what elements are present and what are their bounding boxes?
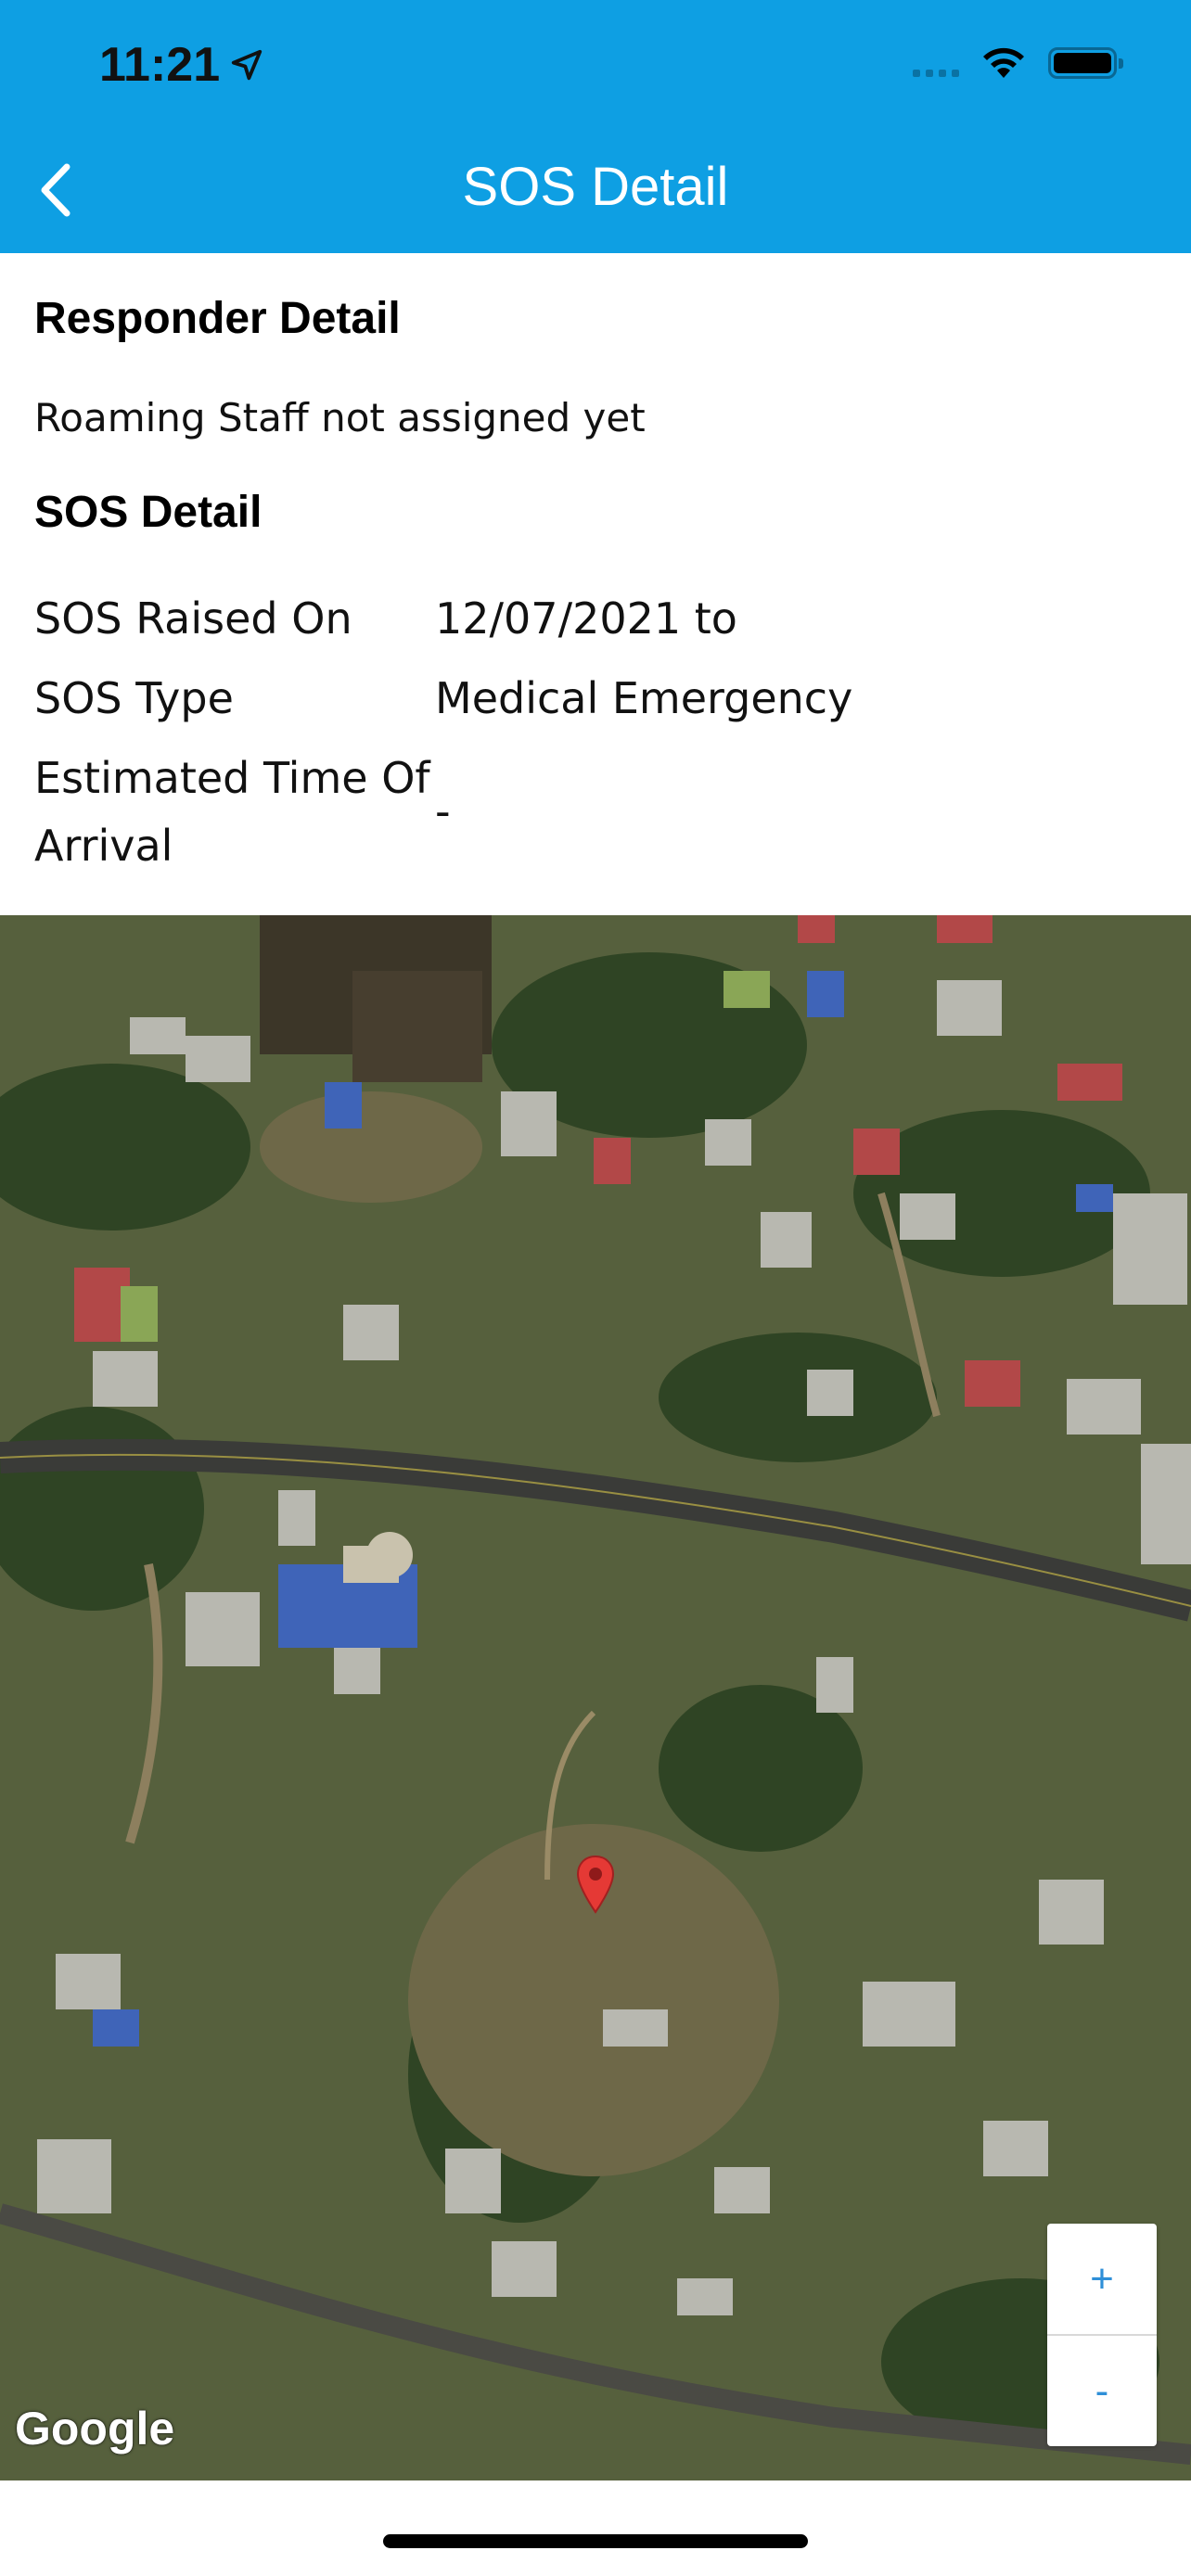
app-header: 11:21 SOS Detail xyxy=(0,0,1191,253)
detail-row-eta: Estimated Time Of Arrival - xyxy=(34,745,1157,880)
battery-icon xyxy=(1048,47,1123,79)
map-imagery xyxy=(0,915,1191,2480)
detail-label: Estimated Time Of Arrival xyxy=(34,753,430,871)
responder-message: Roaming Staff not assigned yet xyxy=(34,395,646,440)
zoom-out-button[interactable]: - xyxy=(1047,2336,1157,2446)
responder-heading: Responder Detail xyxy=(34,294,401,343)
detail-row-raised-on: SOS Raised On 12/07/2021 to xyxy=(34,585,1157,653)
status-bar-time: 11:21 xyxy=(99,37,264,93)
clock-text: 11:21 xyxy=(99,38,221,92)
detail-value: - xyxy=(435,786,451,836)
map-pin-icon[interactable] xyxy=(575,1855,616,1914)
detail-value: 12/07/2021 to xyxy=(435,593,737,644)
status-indicators xyxy=(913,45,1123,82)
cellular-signal-icon xyxy=(913,49,959,77)
home-indicator[interactable] xyxy=(383,2534,808,2548)
page-title: SOS Detail xyxy=(462,157,729,217)
google-logo: Google xyxy=(15,2403,175,2455)
wifi-icon xyxy=(983,47,1024,78)
detail-label: SOS Raised On xyxy=(34,593,352,644)
zoom-controls: + - xyxy=(1047,2224,1157,2446)
detail-value: Medical Emergency xyxy=(435,673,853,723)
zoom-in-button[interactable]: + xyxy=(1047,2224,1157,2334)
detail-label: SOS Type xyxy=(34,673,234,723)
location-arrow-icon xyxy=(231,49,263,81)
detail-row-sos-type: SOS Type Medical Emergency xyxy=(34,665,1157,733)
sos-heading: SOS Detail xyxy=(34,488,263,537)
satellite-map[interactable]: Google xyxy=(0,915,1191,2480)
